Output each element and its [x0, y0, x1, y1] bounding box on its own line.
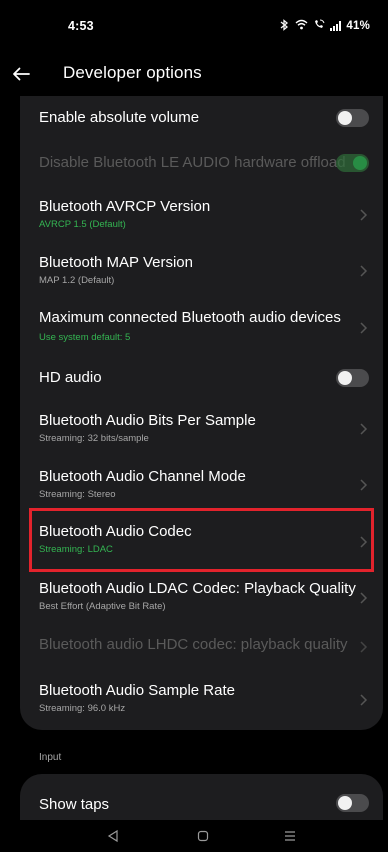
chevron-right-icon	[360, 536, 368, 548]
toggle-switch	[336, 154, 369, 172]
setting-summary: MAP 1.2 (Default)	[39, 275, 115, 286]
setting-row-show-taps[interactable]: Show taps	[20, 774, 383, 820]
toggle-switch[interactable]	[336, 794, 369, 812]
chevron-right-icon	[360, 265, 368, 277]
setting-title: Bluetooth Audio Channel Mode	[39, 468, 246, 485]
setting-title: Disable Bluetooth LE AUDIO hardware offl…	[39, 154, 346, 171]
chevron-right-icon	[360, 322, 368, 334]
status-icons: 41%	[279, 18, 370, 34]
status-bar: 4:53 41%	[0, 0, 388, 52]
setting-title: Bluetooth AVRCP Version	[39, 198, 211, 215]
setting-row-disable-le-audio-offload: Disable Bluetooth LE AUDIO hardware offl…	[20, 140, 383, 184]
chevron-right-icon	[360, 423, 368, 435]
back-arrow-icon[interactable]	[9, 62, 33, 86]
setting-title: HD audio	[39, 369, 102, 386]
setting-title: Bluetooth Audio Codec	[39, 523, 192, 540]
chevron-right-icon	[360, 694, 368, 706]
setting-row-map-version[interactable]: Bluetooth MAP Version MAP 1.2 (Default)	[20, 240, 383, 295]
setting-row-avrcp-version[interactable]: Bluetooth AVRCP Version AVRCP 1.5 (Defau…	[20, 184, 383, 240]
setting-title: Bluetooth Audio Sample Rate	[39, 682, 235, 699]
navigation-bar	[0, 820, 388, 852]
setting-row-enable-absolute-volume[interactable]: Enable absolute volume	[20, 96, 383, 140]
setting-summary: AVRCP 1.5 (Default)	[39, 219, 126, 230]
setting-row-channel-mode[interactable]: Bluetooth Audio Channel Mode Streaming: …	[20, 456, 383, 511]
recents-lines-icon[interactable]	[283, 829, 297, 843]
chevron-right-icon	[360, 592, 368, 604]
setting-summary: Use system default: 5	[39, 332, 131, 343]
back-triangle-icon[interactable]	[106, 829, 120, 843]
setting-summary: Streaming: LDAC	[39, 544, 113, 555]
setting-summary: Best Effort (Adaptive Bit Rate)	[39, 601, 166, 612]
toggle-switch[interactable]	[336, 109, 369, 127]
setting-title: Bluetooth MAP Version	[39, 254, 193, 271]
bluetooth-icon	[279, 18, 290, 34]
bluetooth-settings-card: Enable absolute volume Disable Bluetooth…	[20, 96, 383, 730]
chevron-right-icon	[360, 479, 368, 491]
setting-row-max-connected-devices[interactable]: Maximum connected Bluetooth audio device…	[20, 295, 383, 355]
setting-title: Bluetooth Audio Bits Per Sample	[39, 412, 256, 429]
home-square-icon[interactable]	[196, 829, 210, 843]
call-wifi-icon	[313, 19, 325, 33]
setting-row-hd-audio[interactable]: HD audio	[20, 355, 383, 400]
status-time: 4:53	[68, 19, 94, 33]
setting-row-audio-codec[interactable]: Bluetooth Audio Codec Streaming: LDAC	[20, 511, 383, 569]
battery-percent: 41%	[346, 20, 370, 32]
app-bar: Developer options	[0, 52, 388, 96]
setting-summary: Streaming: Stereo	[39, 489, 116, 500]
chevron-right-icon	[360, 209, 368, 221]
wifi-icon	[295, 19, 308, 33]
setting-row-lhdc-quality: Bluetooth audio LHDC codec: playback qua…	[20, 624, 383, 669]
setting-title: Bluetooth Audio LDAC Codec: Playback Qua…	[39, 580, 356, 597]
section-header-input: Input	[39, 752, 62, 763]
chevron-right-icon	[360, 641, 368, 653]
setting-title: Enable absolute volume	[39, 109, 200, 126]
setting-title: Maximum connected Bluetooth audio device…	[39, 309, 341, 326]
setting-title: Bluetooth audio LHDC codec: playback qua…	[39, 636, 348, 653]
setting-summary: Streaming: 96.0 kHz	[39, 703, 126, 714]
setting-summary: Streaming: 32 bits/sample	[39, 433, 149, 444]
signal-icon	[330, 21, 342, 31]
setting-row-bits-per-sample[interactable]: Bluetooth Audio Bits Per Sample Streamin…	[20, 400, 383, 456]
page-title: Developer options	[63, 63, 202, 82]
setting-row-ldac-quality[interactable]: Bluetooth Audio LDAC Codec: Playback Qua…	[20, 569, 383, 624]
setting-row-sample-rate[interactable]: Bluetooth Audio Sample Rate Streaming: 9…	[20, 669, 383, 730]
toggle-switch[interactable]	[336, 369, 369, 387]
setting-title: Show taps	[39, 796, 110, 813]
